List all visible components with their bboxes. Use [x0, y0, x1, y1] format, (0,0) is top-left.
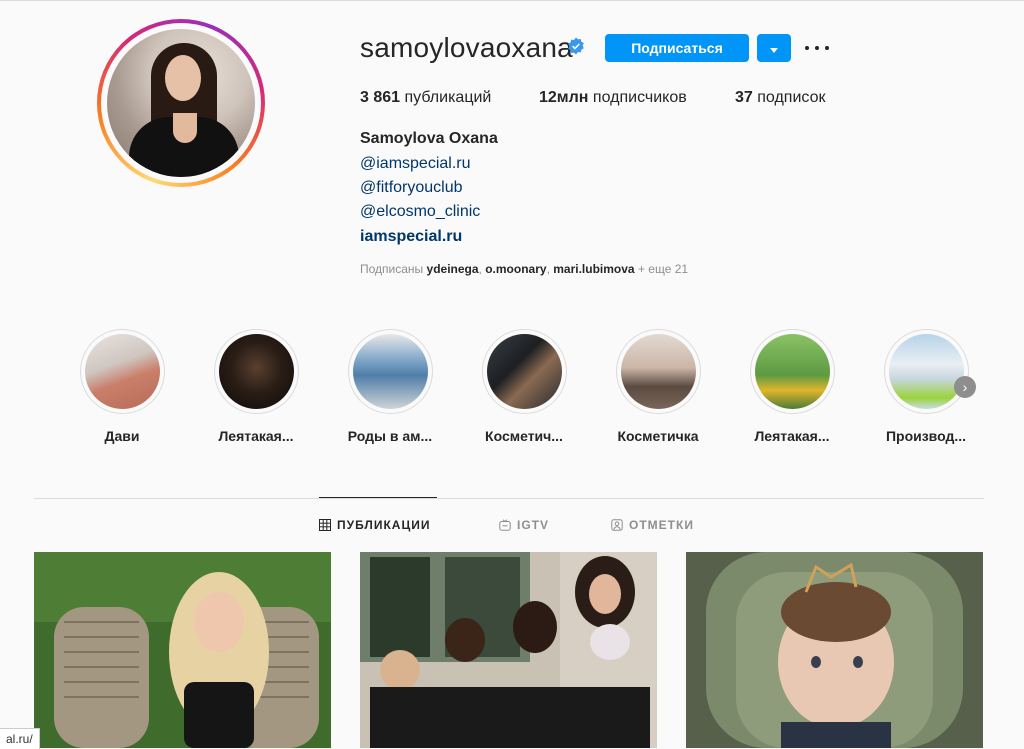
highlight-item[interactable]: Роды в ам...	[335, 329, 445, 444]
post-thumbnail[interactable]	[360, 552, 657, 748]
active-tab-indicator	[319, 497, 437, 498]
followed-by[interactable]: Подписаны ydeinega, o.moonary, mari.lubi…	[360, 262, 688, 276]
chevron-right-icon[interactable]: ›	[954, 376, 976, 398]
post-image	[360, 552, 657, 748]
highlight-item[interactable]: Дави	[67, 329, 177, 444]
profile-full-name: Samoylova Oxana	[360, 130, 498, 147]
tab-posts[interactable]: ПУБЛИКАЦИИ	[319, 518, 430, 532]
following-link[interactable]: 37 подписок	[735, 89, 825, 107]
highlight-item[interactable]: Леятакая...	[737, 329, 847, 444]
post-thumbnail[interactable]	[686, 552, 983, 748]
chevron-down-icon	[770, 47, 778, 53]
highlight-cover	[218, 334, 294, 409]
tab-igtv[interactable]: IGTV	[499, 518, 549, 532]
highlight-item[interactable]: Косметичка	[603, 329, 713, 444]
bio-mention-elcosmo[interactable]: @elcosmo_clinic	[360, 203, 480, 221]
profile-username: samoylovaoxana	[360, 32, 573, 63]
highlight-cover	[486, 334, 562, 409]
more-options-icon[interactable]	[805, 38, 829, 58]
profile-website-link[interactable]: iamspecial.ru	[360, 228, 462, 246]
highlight-item[interactable]: Косметич...	[469, 329, 579, 444]
suggestions-dropdown-button[interactable]	[757, 34, 791, 62]
post-thumbnail[interactable]	[34, 552, 331, 748]
grid-icon	[319, 519, 331, 531]
post-image	[686, 552, 983, 748]
profile-avatar[interactable]	[97, 19, 265, 187]
verified-badge-icon	[568, 37, 584, 55]
highlight-cover	[620, 334, 696, 409]
bio-mention-iamspecial[interactable]: @iamspecial.ru	[360, 155, 471, 173]
igtv-icon	[499, 519, 511, 531]
highlight-cover	[352, 334, 428, 409]
tabs-divider	[34, 498, 984, 499]
follow-button[interactable]: Подписаться	[605, 34, 749, 62]
highlight-cover	[888, 334, 964, 409]
avatar-photo	[107, 29, 255, 177]
posts-count: 3 861 публикаций	[360, 89, 492, 106]
highlight-cover	[754, 334, 830, 409]
post-image	[34, 552, 331, 748]
top-divider	[0, 0, 1024, 1]
status-bar-url: al.ru/	[0, 728, 40, 749]
tab-tagged[interactable]: ОТМЕТКИ	[611, 518, 694, 532]
highlight-item[interactable]: Леятакая...	[201, 329, 311, 444]
highlight-cover	[84, 334, 160, 409]
followers-link[interactable]: 12млн подписчиков	[539, 89, 687, 107]
tagged-icon	[611, 519, 623, 531]
bio-mention-fitforyouclub[interactable]: @fitforyouclub	[360, 179, 463, 197]
